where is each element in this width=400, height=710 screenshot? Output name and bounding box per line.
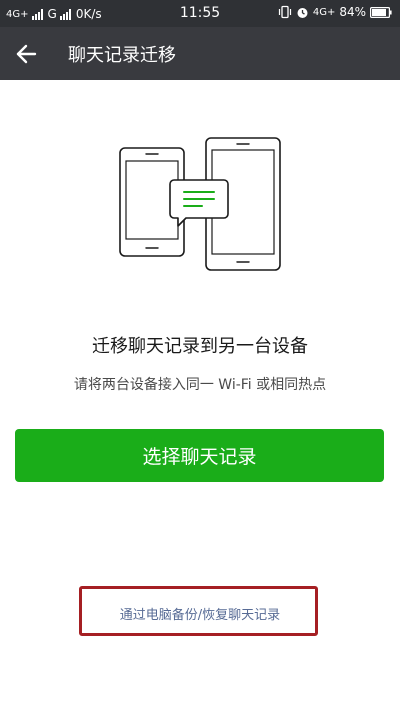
- status-bar: 4G+ G 0K/s 11:55 4G+ 84%: [0, 0, 400, 27]
- headline: 迁移聊天记录到另一台设备: [92, 336, 308, 357]
- battery-icon: [370, 6, 392, 18]
- alarm-icon: [297, 7, 308, 18]
- title-bar: 聊天记录迁移: [0, 27, 400, 80]
- device-migration-illustration: [119, 137, 281, 271]
- arrow-left-icon: [16, 44, 37, 64]
- battery-percent: 84%: [339, 5, 366, 19]
- status-right: 4G+ 84%: [278, 5, 392, 19]
- vibrate-icon: [278, 5, 291, 19]
- back-button[interactable]: [10, 38, 42, 70]
- page-title: 聊天记录迁移: [68, 45, 176, 66]
- select-chat-history-button[interactable]: 选择聊天记录: [15, 429, 384, 482]
- subtitle: 请将两台设备接入同一 Wi-Fi 或相同热点: [73, 377, 327, 393]
- pc-backup-restore-link[interactable]: 通过电脑备份/恢复聊天记录: [0, 604, 400, 623]
- network-type-3: 4G+: [312, 6, 336, 18]
